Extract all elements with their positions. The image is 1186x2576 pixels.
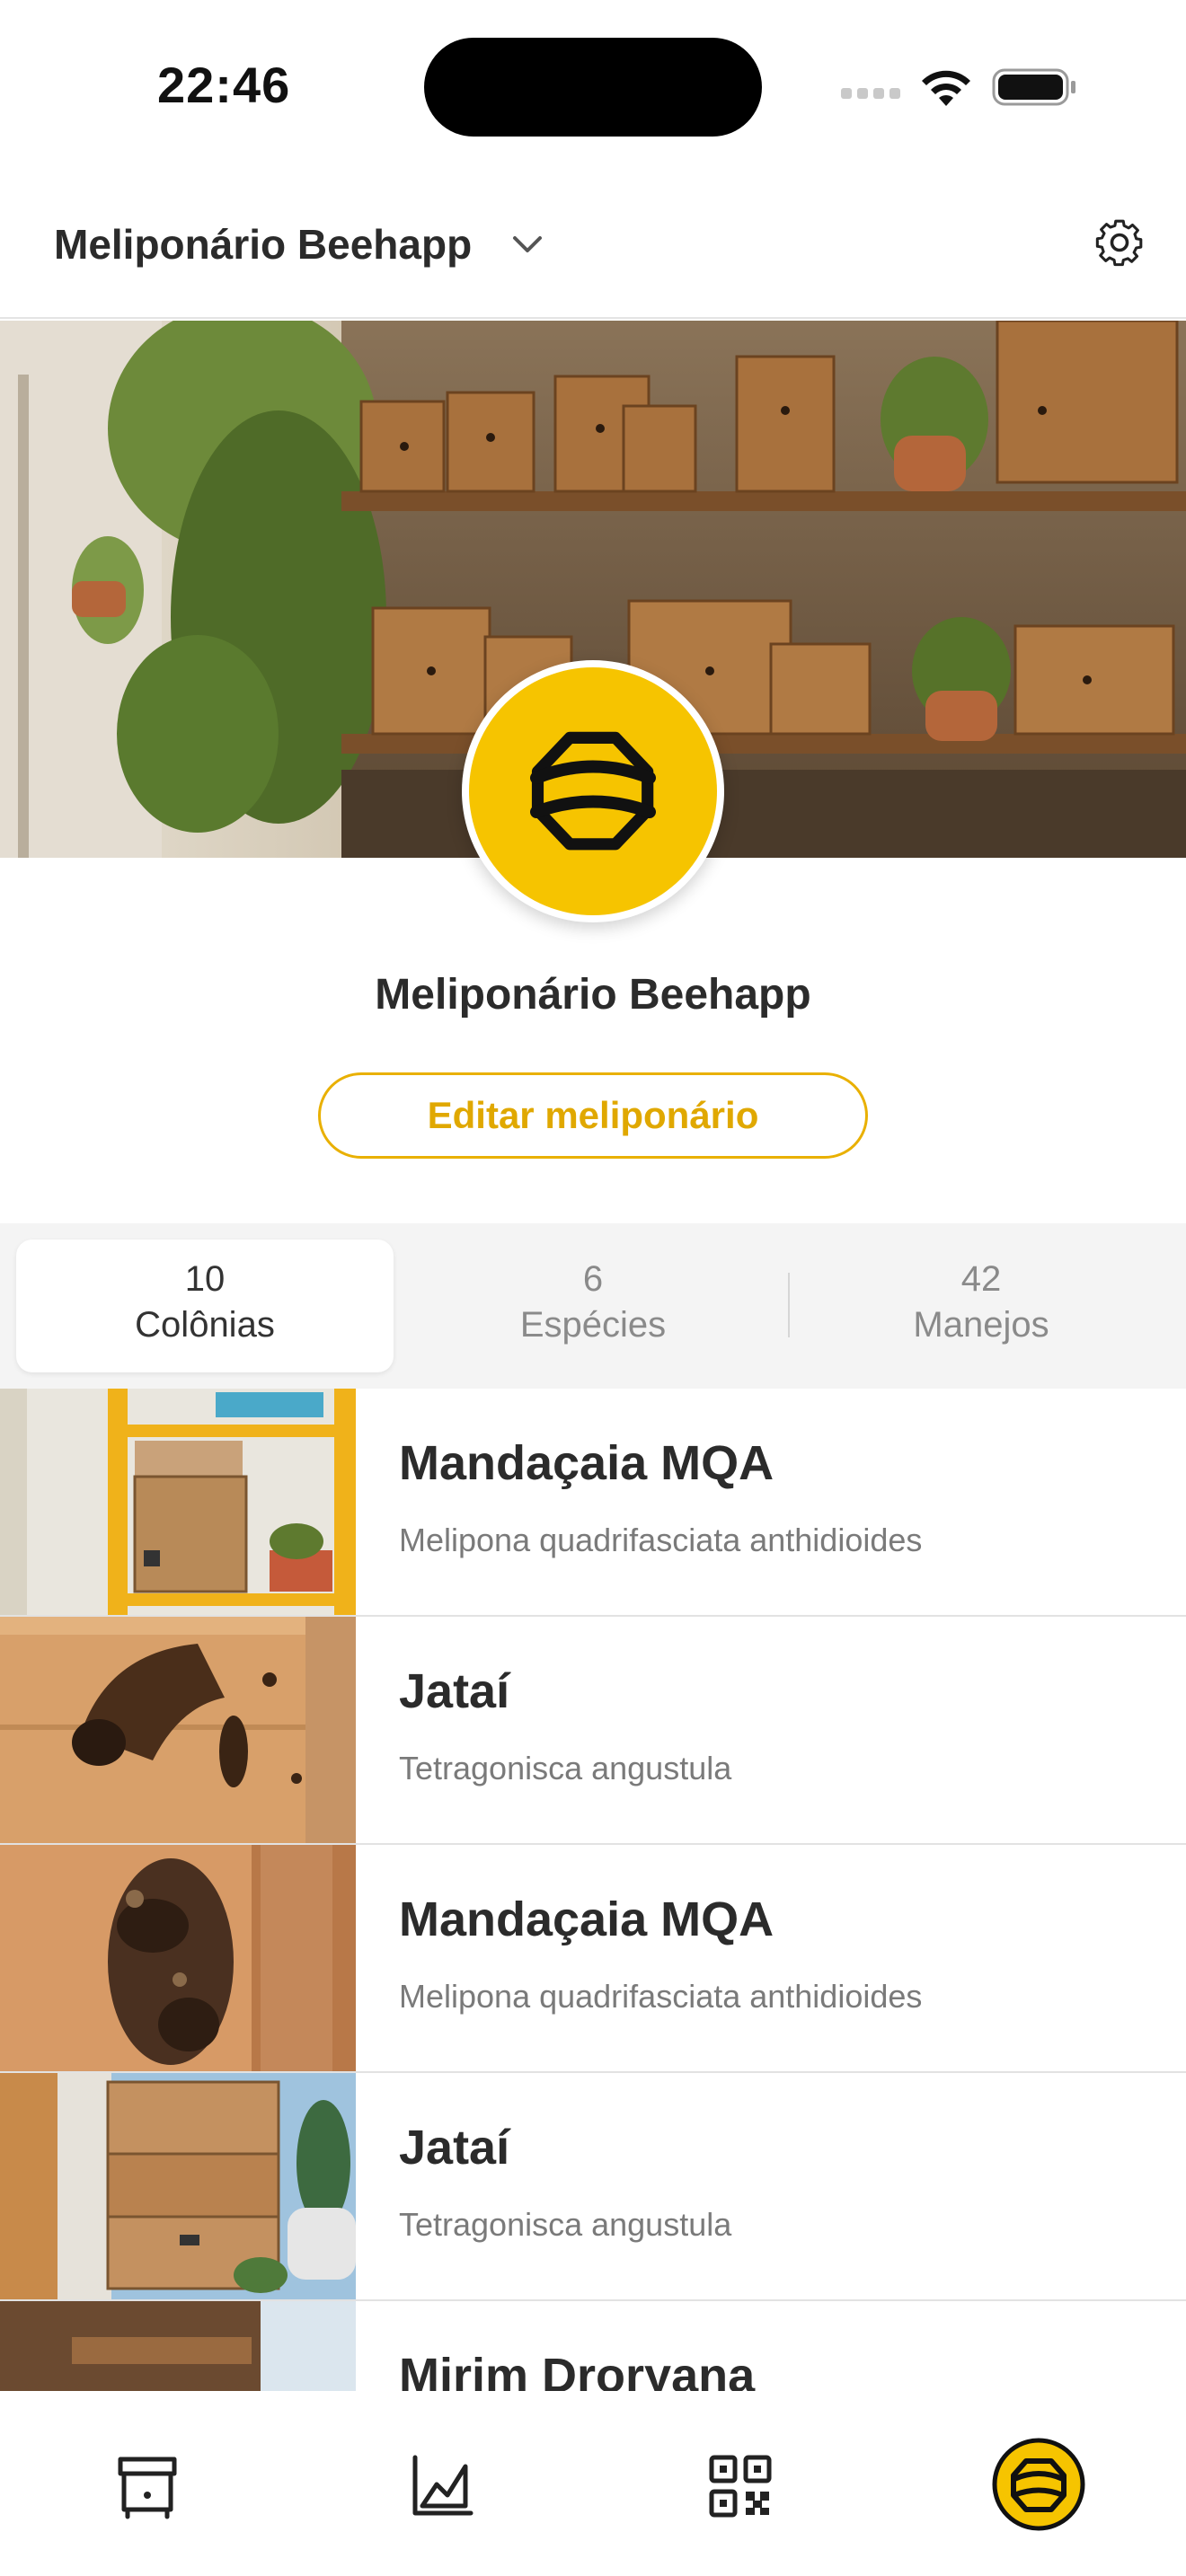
battery-icon (992, 68, 1075, 106)
colony-thumbnail (0, 2301, 356, 2391)
segment-divider (788, 1273, 790, 1337)
chart-icon (412, 2455, 474, 2516)
tab-colonies[interactable]: 10 Colônias (16, 1239, 394, 1372)
colony-species: Melipona quadrifasciata anthidioides (399, 1978, 923, 2015)
qr-code-icon (709, 2455, 772, 2518)
gear-icon[interactable] (1093, 216, 1146, 269)
cellular-signal-icon (841, 88, 902, 101)
meliponary-avatar (462, 660, 724, 922)
meliponary-name: Meliponário Beehapp (375, 971, 811, 1019)
wifi-icon (922, 70, 970, 106)
edit-meliponary-button[interactable]: Editar meliponário (318, 1072, 868, 1159)
colony-name: Jataí (399, 2121, 510, 2175)
colony-row[interactable]: Mandaçaia MQA Melipona quadrifasciata an… (0, 1389, 1186, 1617)
colony-name: Mirim Droryana (399, 2349, 756, 2391)
meliponary-selector[interactable]: Meliponário Beehapp (54, 217, 547, 271)
colonies-count: 10 (184, 1259, 226, 1299)
app-header: Meliponário Beehapp (0, 171, 1186, 319)
managements-count: 42 (960, 1259, 1002, 1299)
colony-name: Mandaçaia MQA (399, 1436, 774, 1490)
colony-thumbnail (0, 1845, 356, 2071)
colony-row[interactable]: Mirim Droryana (0, 2301, 1186, 2391)
dynamic-island (424, 38, 762, 137)
colony-name: Mandaçaia MQA (399, 1892, 774, 1946)
colony-species: Tetragonisca angustula (399, 1750, 732, 1786)
hive-box-icon (118, 2457, 177, 2519)
beehapp-logo-icon (530, 731, 656, 851)
tab-statistics[interactable] (401, 2445, 483, 2527)
colony-row[interactable]: Jataí Tetragonisca angustula (0, 2073, 1186, 2301)
colony-species: Tetragonisca angustula (399, 2206, 732, 2243)
status-bar: 22:46 (0, 0, 1186, 171)
chevron-down-icon (513, 236, 543, 252)
colony-thumbnail (0, 1617, 356, 1843)
status-time: 22:46 (157, 57, 291, 113)
tab-qr-scanner[interactable] (699, 2445, 782, 2527)
colony-list: Mandaçaia MQA Melipona quadrifasciata an… (0, 1389, 1186, 2391)
colony-name: Jataí (399, 1664, 510, 1718)
tab-hives[interactable] (106, 2445, 189, 2527)
colony-species: Melipona quadrifasciata anthidioides (399, 1522, 923, 1558)
tab-meliponary-profile[interactable] (992, 2438, 1085, 2531)
colony-thumbnail (0, 1389, 356, 1615)
managements-label: Manejos (913, 1305, 1049, 1345)
stats-segmented-control: 10 Colônias 6 Espécies 42 Manejos (0, 1223, 1186, 1389)
tab-managements[interactable]: 42 Manejos (792, 1239, 1170, 1372)
beehapp-logo-icon (992, 2438, 1085, 2531)
bottom-tab-bar (0, 2391, 1186, 2576)
colony-row[interactable]: Mandaçaia MQA Melipona quadrifasciata an… (0, 1845, 1186, 2073)
colony-row[interactable]: Jataí Tetragonisca angustula (0, 1617, 1186, 1845)
screen: 22:46 Meliponário Beehapp Meliponário Be… (0, 0, 1186, 2576)
colony-thumbnail (0, 2073, 356, 2299)
colonies-label: Colônias (135, 1305, 275, 1345)
species-count: 6 (582, 1259, 604, 1299)
tab-species[interactable]: 6 Espécies (404, 1239, 782, 1372)
header-title: Meliponário Beehapp (54, 221, 473, 268)
species-label: Espécies (519, 1305, 667, 1345)
